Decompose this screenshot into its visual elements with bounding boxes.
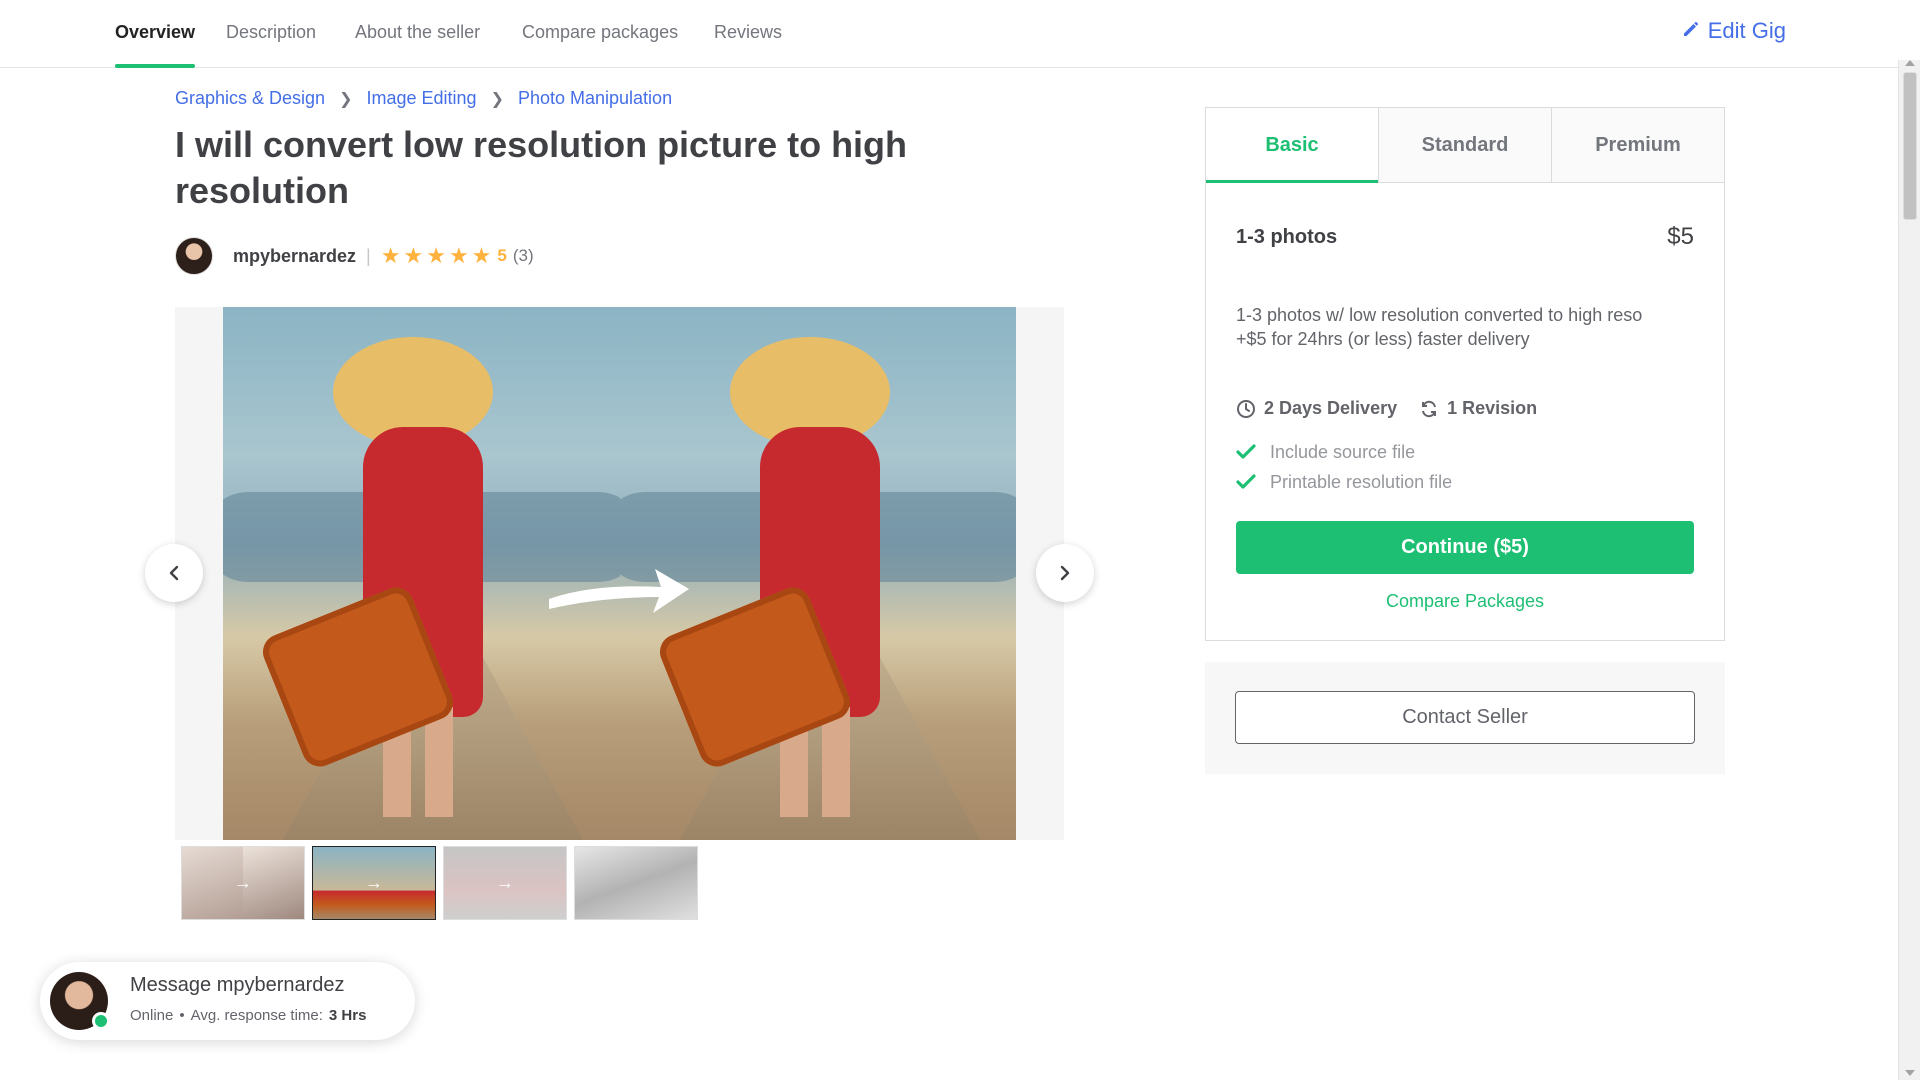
- checkmark-icon: [1236, 444, 1256, 459]
- package-tabs: Basic Standard Premium: [1206, 108, 1724, 183]
- chevron-right-icon: ❯: [339, 90, 353, 108]
- edit-gig-label: Edit Gig: [1707, 18, 1786, 43]
- chevron-left-icon: [169, 565, 179, 581]
- contact-seller-button[interactable]: Contact Seller: [1235, 691, 1695, 744]
- continue-button[interactable]: Continue ($5): [1236, 521, 1694, 574]
- edit-gig-button[interactable]: Edit Gig: [1682, 18, 1786, 44]
- star-icon: ★: [426, 243, 446, 268]
- package-meta: 2 Days Delivery 1 Revision: [1236, 398, 1537, 419]
- bullet-separator: •: [179, 1007, 185, 1024]
- tab-premium[interactable]: Premium: [1551, 108, 1724, 182]
- arrow-right-icon: [549, 569, 689, 613]
- gallery-thumbnails: → → →: [181, 846, 698, 920]
- package-features: Include source file Printable resolution…: [1236, 437, 1452, 497]
- rating-score: 5: [497, 246, 507, 265]
- seller-avatar[interactable]: [175, 237, 213, 275]
- breadcrumb: Graphics & Design ❯ Image Editing ❯ Phot…: [175, 88, 672, 109]
- gallery-thumbnail[interactable]: →: [181, 846, 305, 920]
- breadcrumb-photo-manipulation[interactable]: Photo Manipulation: [518, 88, 672, 109]
- online-status-dot: [92, 1012, 110, 1030]
- star-icon: ★: [403, 243, 424, 268]
- gallery-thumbnail[interactable]: →: [443, 846, 567, 920]
- chevron-right-icon: ❯: [490, 90, 504, 108]
- gallery-thumbnail-selected[interactable]: →: [312, 846, 436, 920]
- gig-title: I will convert low resolution picture to…: [175, 124, 908, 211]
- scroll-down-icon[interactable]: [1905, 1070, 1915, 1076]
- clock-icon: [1237, 399, 1255, 418]
- gig-gallery: [145, 307, 1094, 840]
- feature-label: Printable resolution file: [1270, 471, 1453, 492]
- rating-count[interactable]: (3): [513, 246, 534, 266]
- tab-about-the-seller[interactable]: About the seller: [355, 0, 480, 68]
- star-icon: ★: [448, 243, 469, 268]
- tab-overview[interactable]: Overview: [115, 0, 196, 68]
- package-content: 1-3 photos $5 1-3 photos w/ low resoluti…: [1206, 183, 1724, 641]
- scrollbar-thumb[interactable]: [1903, 72, 1917, 220]
- tab-description[interactable]: Description: [226, 0, 316, 68]
- seller-name[interactable]: mpybernardez: [233, 246, 356, 267]
- online-status-label: Online: [130, 1007, 174, 1024]
- gallery-next-button[interactable]: [1036, 544, 1094, 602]
- package-panel: Basic Standard Premium 1-3 photos $5 1-3…: [1205, 107, 1725, 641]
- star-rating: ★ ★ ★ ★ ★: [381, 245, 492, 267]
- star-icon: ★: [380, 243, 401, 268]
- message-status: Online • Avg. response time: 3 Hrs: [130, 1007, 366, 1024]
- seller-overview: mpybernardez | ★ ★ ★ ★ ★ 5 (3): [175, 236, 534, 276]
- chevron-right-icon: [1060, 565, 1070, 581]
- gallery-main-image[interactable]: [223, 307, 1016, 840]
- page-scrollbar[interactable]: [1898, 60, 1920, 1080]
- gallery-prev-button[interactable]: [145, 544, 203, 602]
- feature-label: Include source file: [1270, 441, 1416, 462]
- gig-section-nav: Overview Description About the seller Co…: [0, 0, 1898, 68]
- refresh-icon: [1422, 400, 1437, 417]
- checkmark-icon: [1236, 474, 1256, 489]
- response-time-label: Avg. response time:: [190, 1007, 323, 1024]
- feature-item: Include source file: [1236, 437, 1452, 467]
- contact-seller-panel: Contact Seller: [1205, 662, 1725, 774]
- message-title: Message mpybernardez: [130, 974, 345, 996]
- tab-basic[interactable]: Basic: [1206, 108, 1378, 183]
- breadcrumb-graphics-design[interactable]: Graphics & Design: [175, 88, 325, 109]
- tab-standard[interactable]: Standard: [1378, 108, 1551, 182]
- package-header: 1-3 photos $5: [1236, 223, 1694, 251]
- pencil-icon: [1682, 18, 1700, 44]
- package-description-line: +$5 for 24hrs (or less) faster delivery: [1236, 329, 1530, 349]
- feature-item: Printable resolution file: [1236, 467, 1452, 497]
- delivery-time: 2 Days Delivery: [1264, 398, 1398, 418]
- gallery-thumbnail[interactable]: [574, 846, 698, 920]
- package-description: 1-3 photos w/ low resolution converted t…: [1236, 303, 1694, 351]
- response-time-value: 3 Hrs: [328, 1007, 367, 1024]
- star-icon: ★: [471, 243, 492, 268]
- breadcrumb-image-editing[interactable]: Image Editing: [366, 88, 476, 109]
- scroll-up-icon[interactable]: [1905, 60, 1915, 66]
- tab-compare-packages[interactable]: Compare packages: [522, 0, 678, 68]
- compare-packages-link[interactable]: Compare Packages: [1206, 591, 1724, 612]
- package-name: 1-3 photos: [1236, 225, 1338, 248]
- package-description-line: 1-3 photos w/ low resolution converted t…: [1236, 305, 1643, 325]
- message-seller-widget[interactable]: Message mpybernardez Online • Avg. respo…: [40, 962, 415, 1040]
- tab-reviews[interactable]: Reviews: [714, 0, 782, 68]
- revision-count: 1 Revision: [1447, 398, 1538, 418]
- separator: |: [366, 245, 371, 266]
- package-price: $5: [1667, 223, 1694, 250]
